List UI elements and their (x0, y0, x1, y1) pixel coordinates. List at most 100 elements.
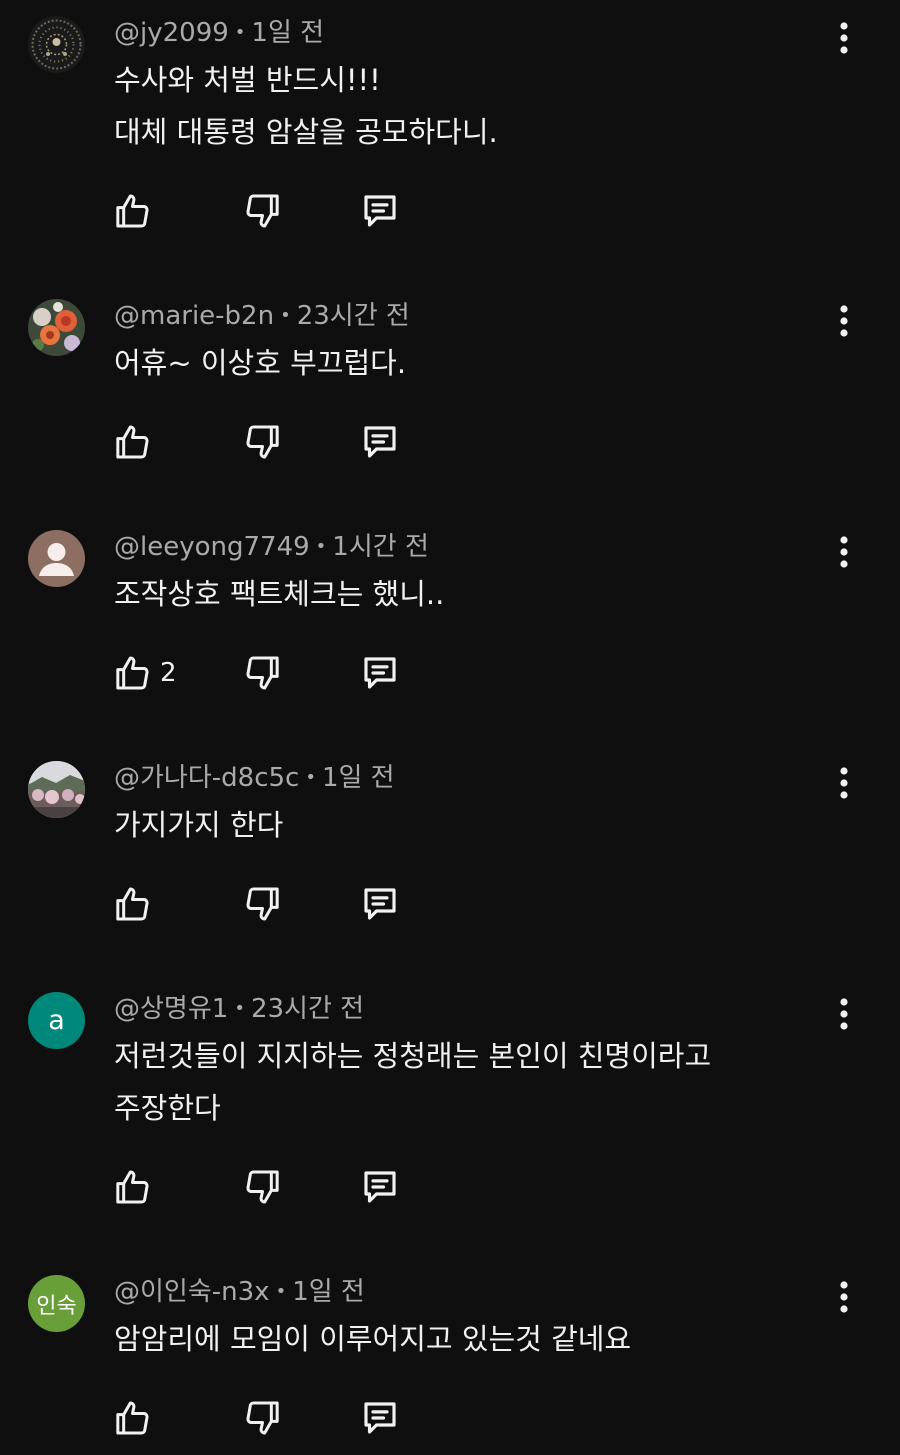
meta-separator: • (315, 536, 327, 557)
comment-actions (0, 882, 900, 932)
thumbs-down-icon (246, 425, 279, 459)
reply-comment-icon (364, 426, 396, 458)
reply-comment-icon (364, 1171, 396, 1203)
like-button[interactable] (110, 882, 154, 926)
reply-button[interactable] (358, 420, 402, 464)
comment-text-line: 수사와 처벌 반드시!!! (114, 63, 381, 97)
thumbs-up-icon (116, 1401, 149, 1435)
thumbs-up-icon (116, 887, 149, 921)
thumbs-down-icon (246, 1170, 279, 1204)
comment-text: 조작상호 팩트체크는 했니.. (114, 568, 794, 620)
comment-text-line: 조작상호 팩트체크는 했니.. (114, 577, 445, 611)
comment-text: 저런것들이 지지하는 정청래는 본인이 친명이라고 주장한다 (114, 1030, 794, 1134)
like-count: 2 (160, 658, 177, 688)
avatar[interactable] (28, 530, 85, 587)
like-button[interactable] (110, 189, 154, 233)
comment-author[interactable]: @상명유1 (114, 994, 228, 1024)
more-vertical-icon (840, 1281, 848, 1313)
dislike-button[interactable] (241, 651, 285, 695)
reply-button[interactable] (358, 1396, 402, 1440)
comment-author[interactable]: @가나다-d8c5c (114, 763, 299, 793)
avatar[interactable] (28, 299, 85, 356)
thumbs-down-icon (246, 887, 279, 921)
comment-actions (0, 1165, 900, 1215)
comment-author[interactable]: @이인숙-n3x (114, 1277, 270, 1307)
like-button[interactable] (110, 651, 154, 695)
meta-separator: • (234, 998, 245, 1019)
avatar[interactable] (28, 761, 85, 818)
reply-button[interactable] (358, 882, 402, 926)
dislike-button[interactable] (241, 1165, 285, 1209)
meta-separator: • (275, 1281, 287, 1302)
comment-menu-button[interactable] (824, 760, 864, 806)
meta-separator: • (234, 22, 246, 43)
dislike-button[interactable] (241, 882, 285, 926)
like-button[interactable] (110, 420, 154, 464)
comment-text: 수사와 처벌 반드시!!! 대체 대통령 암살을 공모하다니. (114, 54, 794, 158)
comment-author[interactable]: @leeyong7749 (114, 532, 310, 562)
default-person-avatar-icon (28, 530, 85, 587)
comment-time[interactable]: 1시간 전 (332, 532, 429, 562)
thumbs-down-icon (246, 194, 279, 228)
thumbs-up-icon (116, 425, 149, 459)
like-button[interactable] (110, 1396, 154, 1440)
comment-meta: @jy2099 • 1일 전 (114, 16, 324, 50)
comment-meta: @leeyong7749 • 1시간 전 (114, 530, 429, 564)
avatar-initial: a (48, 1005, 65, 1036)
reply-button[interactable] (358, 1165, 402, 1209)
comment-time[interactable]: 1일 전 (292, 1277, 365, 1307)
comment-time[interactable]: 23시간 전 (251, 994, 364, 1024)
comment-actions (0, 1396, 900, 1446)
comment-actions (0, 189, 900, 239)
comment-author[interactable]: @marie-b2n (114, 301, 274, 331)
comment-text: 어휴~ 이상호 부끄럽다. (114, 337, 794, 389)
comment-text-line: 대체 대통령 암살을 공모하다니. (114, 115, 498, 149)
comment-text: 가지가지 한다 (114, 799, 794, 851)
avatar-initial: 인숙 (36, 1293, 77, 1319)
more-vertical-icon (840, 22, 848, 54)
comment-menu-button[interactable] (824, 298, 864, 344)
comment-actions (0, 420, 900, 470)
dislike-button[interactable] (241, 189, 285, 233)
avatar[interactable]: 인숙 (28, 1275, 85, 1332)
reply-comment-icon (364, 657, 396, 689)
comment-author[interactable]: @jy2099 (114, 18, 229, 48)
comment-menu-button[interactable] (824, 529, 864, 575)
comment-text-line: 어휴~ 이상호 부끄럽다. (114, 346, 407, 380)
comment-meta: @가나다-d8c5c • 1일 전 (114, 761, 395, 795)
avatar[interactable] (28, 16, 85, 73)
reply-comment-icon (364, 1402, 396, 1434)
dislike-button[interactable] (241, 420, 285, 464)
comment-meta: @marie-b2n • 23시간 전 (114, 299, 410, 333)
comment-text-line: 저런것들이 지지하는 정청래는 본인이 친명이라고 (114, 1039, 712, 1073)
reply-button[interactable] (358, 651, 402, 695)
reply-button[interactable] (358, 189, 402, 233)
thumbs-up-icon (116, 194, 149, 228)
comment-time[interactable]: 23시간 전 (297, 301, 410, 331)
comment-menu-button[interactable] (824, 991, 864, 1037)
like-button[interactable] (110, 1165, 154, 1209)
thumbs-up-icon (116, 656, 149, 690)
more-vertical-icon (840, 536, 848, 568)
reply-comment-icon (364, 888, 396, 920)
avatar[interactable]: a (28, 992, 85, 1049)
dislike-button[interactable] (241, 1396, 285, 1440)
landscape-avatar-icon (28, 761, 85, 818)
comment-menu-button[interactable] (824, 1274, 864, 1320)
comment-menu-button[interactable] (824, 15, 864, 61)
comment-meta: @상명유1 • 23시간 전 (114, 992, 364, 1026)
thumbs-up-icon (116, 1170, 149, 1204)
comment-time[interactable]: 1일 전 (251, 18, 324, 48)
comment-text-line: 가지가지 한다 (114, 808, 284, 842)
comment-text: 암암리에 모임이 이루어지고 있는것 같네요 (114, 1313, 794, 1365)
meta-separator: • (305, 767, 316, 788)
dark-pattern-avatar-icon (28, 16, 85, 73)
comment-meta: @이인숙-n3x • 1일 전 (114, 1275, 365, 1309)
comment-time[interactable]: 1일 전 (322, 763, 395, 793)
comment-text-line: 주장한다 (114, 1091, 221, 1125)
reply-comment-icon (364, 195, 396, 227)
meta-separator: • (280, 305, 291, 326)
more-vertical-icon (840, 767, 848, 799)
flowers-avatar-icon (28, 299, 85, 356)
more-vertical-icon (840, 998, 848, 1030)
